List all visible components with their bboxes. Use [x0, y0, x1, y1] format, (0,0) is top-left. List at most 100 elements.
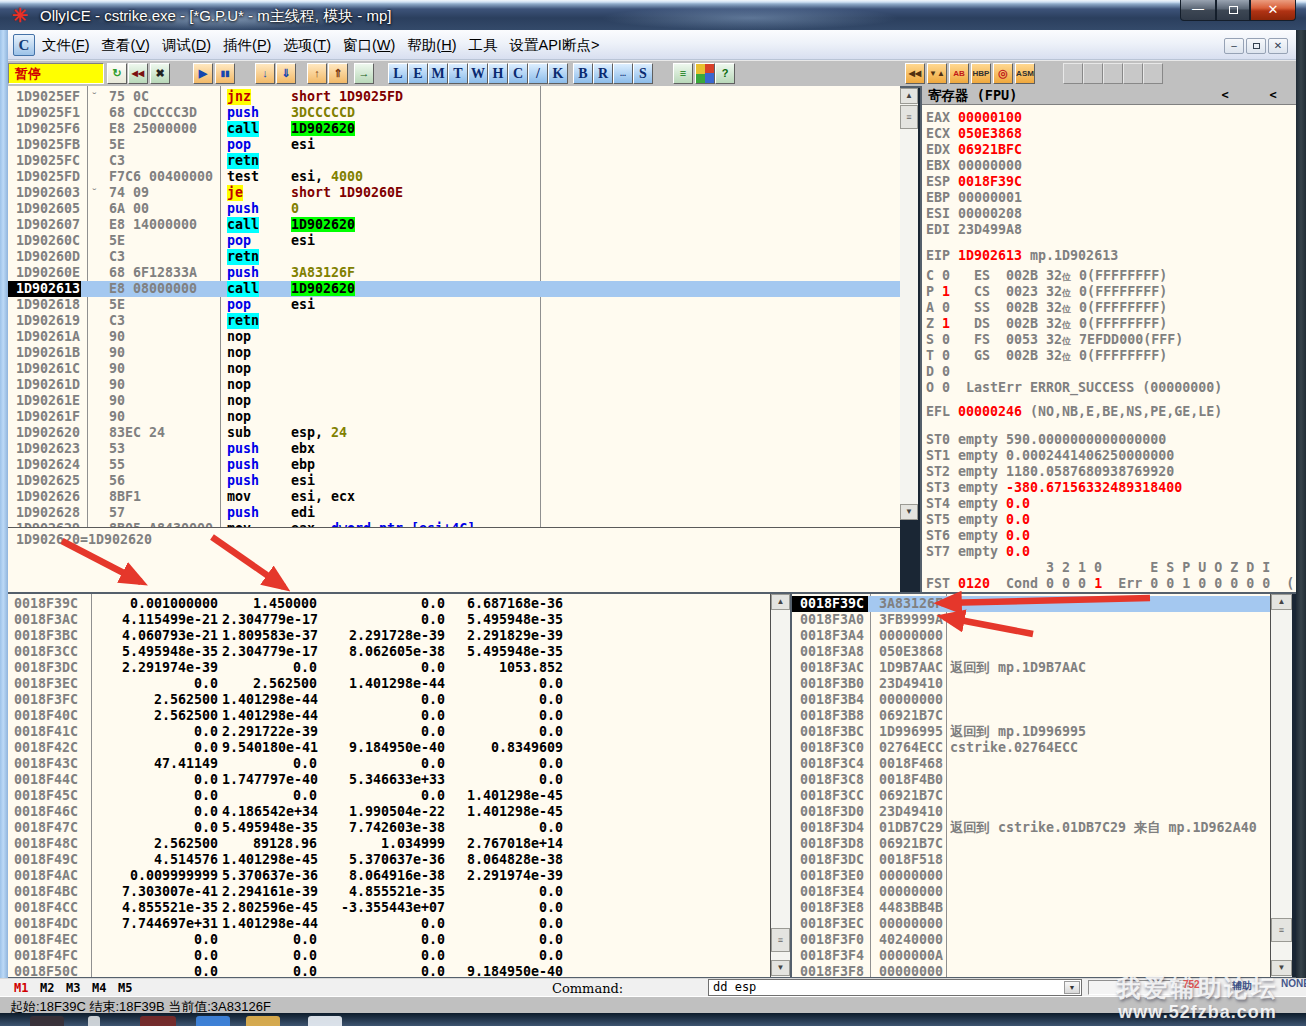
register-line[interactable]: ST7 empty 0.0: [926, 544, 1030, 560]
empty-slot-3[interactable]: [1103, 63, 1123, 84]
dump-row[interactable]: 0018F44C0.01.747797e-405.346633e+330.0: [8, 772, 770, 788]
dump-row[interactable]: 0018F46C0.04.186542e+341.990504e-221.401…: [8, 804, 770, 820]
disasm-scrollbar-thumb[interactable]: ≡: [900, 105, 918, 129]
empty-slot-2[interactable]: [1083, 63, 1103, 84]
dump-row[interactable]: 0018F3DC2.291974e-390.00.01053.852: [8, 660, 770, 676]
dump-row[interactable]: 0018F3FC2.5625001.401298e-440.00.0: [8, 692, 770, 708]
taskbar-app-5[interactable]: [246, 1016, 280, 1026]
register-line[interactable]: ECX 050E3868: [926, 126, 1022, 142]
memory-tab-m5[interactable]: M5: [118, 981, 132, 995]
windows-window-icon[interactable]: W: [468, 63, 488, 84]
taskbar-app-4[interactable]: [196, 1016, 230, 1026]
appearance-icon[interactable]: [695, 63, 715, 84]
dump-scroll-down-icon[interactable]: ▼: [771, 960, 790, 976]
pause-icon[interactable]: ▮▮: [215, 63, 235, 84]
dump-row[interactable]: 0018F4FC0.00.00.00.0: [8, 948, 770, 964]
register-line[interactable]: EBP 00000001: [926, 190, 1022, 206]
collapse-right-icon[interactable]: <: [1260, 87, 1286, 103]
dump-row[interactable]: 0018F49C4.5145761.401298e-455.370637e-36…: [8, 852, 770, 868]
dump-row[interactable]: 0018F4BC7.303007e-412.294161e-394.855521…: [8, 884, 770, 900]
close-button[interactable]: ✕: [1250, 0, 1296, 21]
maximize-button[interactable]: [1216, 0, 1250, 21]
disasm-row[interactable]: 1D9025F6E8 25000000call1D902620: [8, 121, 900, 137]
options-list-icon[interactable]: ≡: [673, 63, 693, 84]
empty-slot-1[interactable]: [1063, 63, 1083, 84]
dump-scroll-up-icon[interactable]: ▲: [771, 594, 790, 610]
executables-window-icon[interactable]: E: [408, 63, 428, 84]
empty-slot-5[interactable]: [1143, 63, 1163, 84]
stack-scrollbar[interactable]: ▲ ≡ ▼: [1270, 594, 1292, 977]
disasm-row[interactable]: 1D90261A90nop: [8, 329, 900, 345]
stack-row[interactable]: 0018F3B400000000: [792, 692, 1270, 708]
disasm-scrollbar[interactable]: ▲ ≡ ▼: [900, 88, 918, 520]
command-input[interactable]: dd esp: [713, 980, 756, 995]
scroll-up-icon[interactable]: ▲: [900, 88, 918, 104]
disasm-row[interactable]: 1D9025FCC3retn: [8, 153, 900, 169]
stack-row[interactable]: 0018F3F40000000A: [792, 948, 1270, 964]
ab-icon[interactable]: AB: [949, 63, 969, 84]
trace-over-icon[interactable]: ⇑: [328, 63, 348, 84]
step-back-icon[interactable]: ◀◀: [128, 63, 148, 84]
memory-tab-m3[interactable]: M3: [66, 981, 80, 995]
stack-row[interactable]: 0018F3C80018F4B0: [792, 772, 1270, 788]
stack-row[interactable]: 0018F3D806921B7C: [792, 836, 1270, 852]
register-line[interactable]: ESI 00000208: [926, 206, 1022, 222]
log-window-icon[interactable]: L: [388, 63, 408, 84]
minimize-button[interactable]: —: [1180, 0, 1216, 21]
disasm-row[interactable]: 1D90262083EC 24subesp, 24: [8, 425, 900, 441]
register-line[interactable]: C 0 ES 002B 32位 0(FFFFFFFF): [926, 268, 1167, 284]
register-line[interactable]: FST 0120 Cond 0 0 0 1 Err 0 0 1 0 0 0 0 …: [926, 576, 1294, 592]
stack-row[interactable]: 0018F3D401DB7C29返回到 cstrike.01DB7C29 来自 …: [792, 820, 1270, 836]
stack-row[interactable]: 0018F3CC06921B7C: [792, 788, 1270, 804]
disasm-row[interactable]: 1D902607E8 14000000call1D902620: [8, 217, 900, 233]
taskbar-app-2[interactable]: [88, 1016, 100, 1026]
register-line[interactable]: ST4 empty 0.0: [926, 496, 1030, 512]
empty-slot-4[interactable]: [1123, 63, 1143, 84]
stack-row[interactable]: 0018F3B023D49410: [792, 676, 1270, 692]
memory-tab-m4[interactable]: M4: [92, 981, 106, 995]
help-icon[interactable]: ?: [715, 63, 735, 84]
step-over-icon[interactable]: ⇓: [276, 63, 296, 84]
hbp-icon[interactable]: HBP: [971, 63, 991, 84]
disasm-row[interactable]: 1D9026268BF1movesi, ecx: [8, 489, 900, 505]
stack-row[interactable]: 0018F3E84483BB4B: [792, 900, 1270, 916]
stack-row[interactable]: 0018F3A400000000: [792, 628, 1270, 644]
disasm-row[interactable]: 1D902619C3retn: [8, 313, 900, 329]
mdi-child-icon[interactable]: C: [13, 34, 35, 56]
register-line[interactable]: EIP 1D902613 mp.1D902613: [926, 248, 1118, 264]
mdi-restore-button[interactable]: [1246, 38, 1266, 54]
target-icon[interactable]: ◎: [993, 63, 1013, 84]
stack-row[interactable]: 0018F3E400000000: [792, 884, 1270, 900]
disasm-row[interactable]: 1D90262455pushebp: [8, 457, 900, 473]
stack-row[interactable]: 0018F3D023D49410: [792, 804, 1270, 820]
register-line[interactable]: ST2 empty 1180.0587680938769920: [926, 464, 1174, 480]
dump-row[interactable]: 0018F39C0.0010000001.4500000.06.687168e-…: [8, 596, 770, 612]
dump-row[interactable]: 0018F48C2.56250089128.961.0349992.767018…: [8, 836, 770, 852]
menu-item-8[interactable]: 设置API断点>: [504, 34, 606, 56]
disasm-row[interactable]: 1D90261B90nop: [8, 345, 900, 361]
stack-row[interactable]: 0018F3A03FB9999A: [792, 612, 1270, 628]
dump-row[interactable]: 0018F3BC4.060793e-211.809583e-372.291728…: [8, 628, 770, 644]
stack-row[interactable]: 0018F3B806921B7C: [792, 708, 1270, 724]
dump-row[interactable]: 0018F4CC4.855521e-352.802596e-45-3.35544…: [8, 900, 770, 916]
stack-scrollbar-thumb[interactable]: ≡: [1271, 918, 1292, 942]
cpu-window-icon[interactable]: C: [508, 63, 528, 84]
dump-row[interactable]: 0018F40C2.5625001.401298e-440.00.0: [8, 708, 770, 724]
disasm-row[interactable]: 1D90261C90nop: [8, 361, 900, 377]
run-icon[interactable]: ▶: [193, 63, 213, 84]
mdi-minimize-button[interactable]: –: [1224, 38, 1244, 54]
stack-row[interactable]: 0018F3C002764ECCcstrike.02764ECC: [792, 740, 1270, 756]
source-window-icon[interactable]: S: [633, 63, 653, 84]
disasm-row[interactable]: 1D90262857pushedi: [8, 505, 900, 521]
handles-window-icon[interactable]: H: [488, 63, 508, 84]
disasm-row[interactable]: 1D902603ˇ74 09jeshort 1D90260E: [8, 185, 900, 201]
dump-scrollbar[interactable]: ▲ ≡ ▼: [770, 594, 790, 977]
memory-tab-m2[interactable]: M2: [40, 981, 54, 995]
disasm-row[interactable]: 1D90261E90nop: [8, 393, 900, 409]
dump-row[interactable]: 0018F3CC5.495948e-352.304779e-178.062605…: [8, 644, 770, 660]
trace-into-icon[interactable]: ↑: [307, 63, 327, 84]
taskbar-app-6[interactable]: [308, 1016, 342, 1026]
dump-row[interactable]: 0018F41C0.02.291722e-390.00.0: [8, 724, 770, 740]
disasm-row[interactable]: 1D9025FB5Epopesi: [8, 137, 900, 153]
disasm-row[interactable]: 1D902613E8 08000000call1D902620: [8, 281, 900, 297]
